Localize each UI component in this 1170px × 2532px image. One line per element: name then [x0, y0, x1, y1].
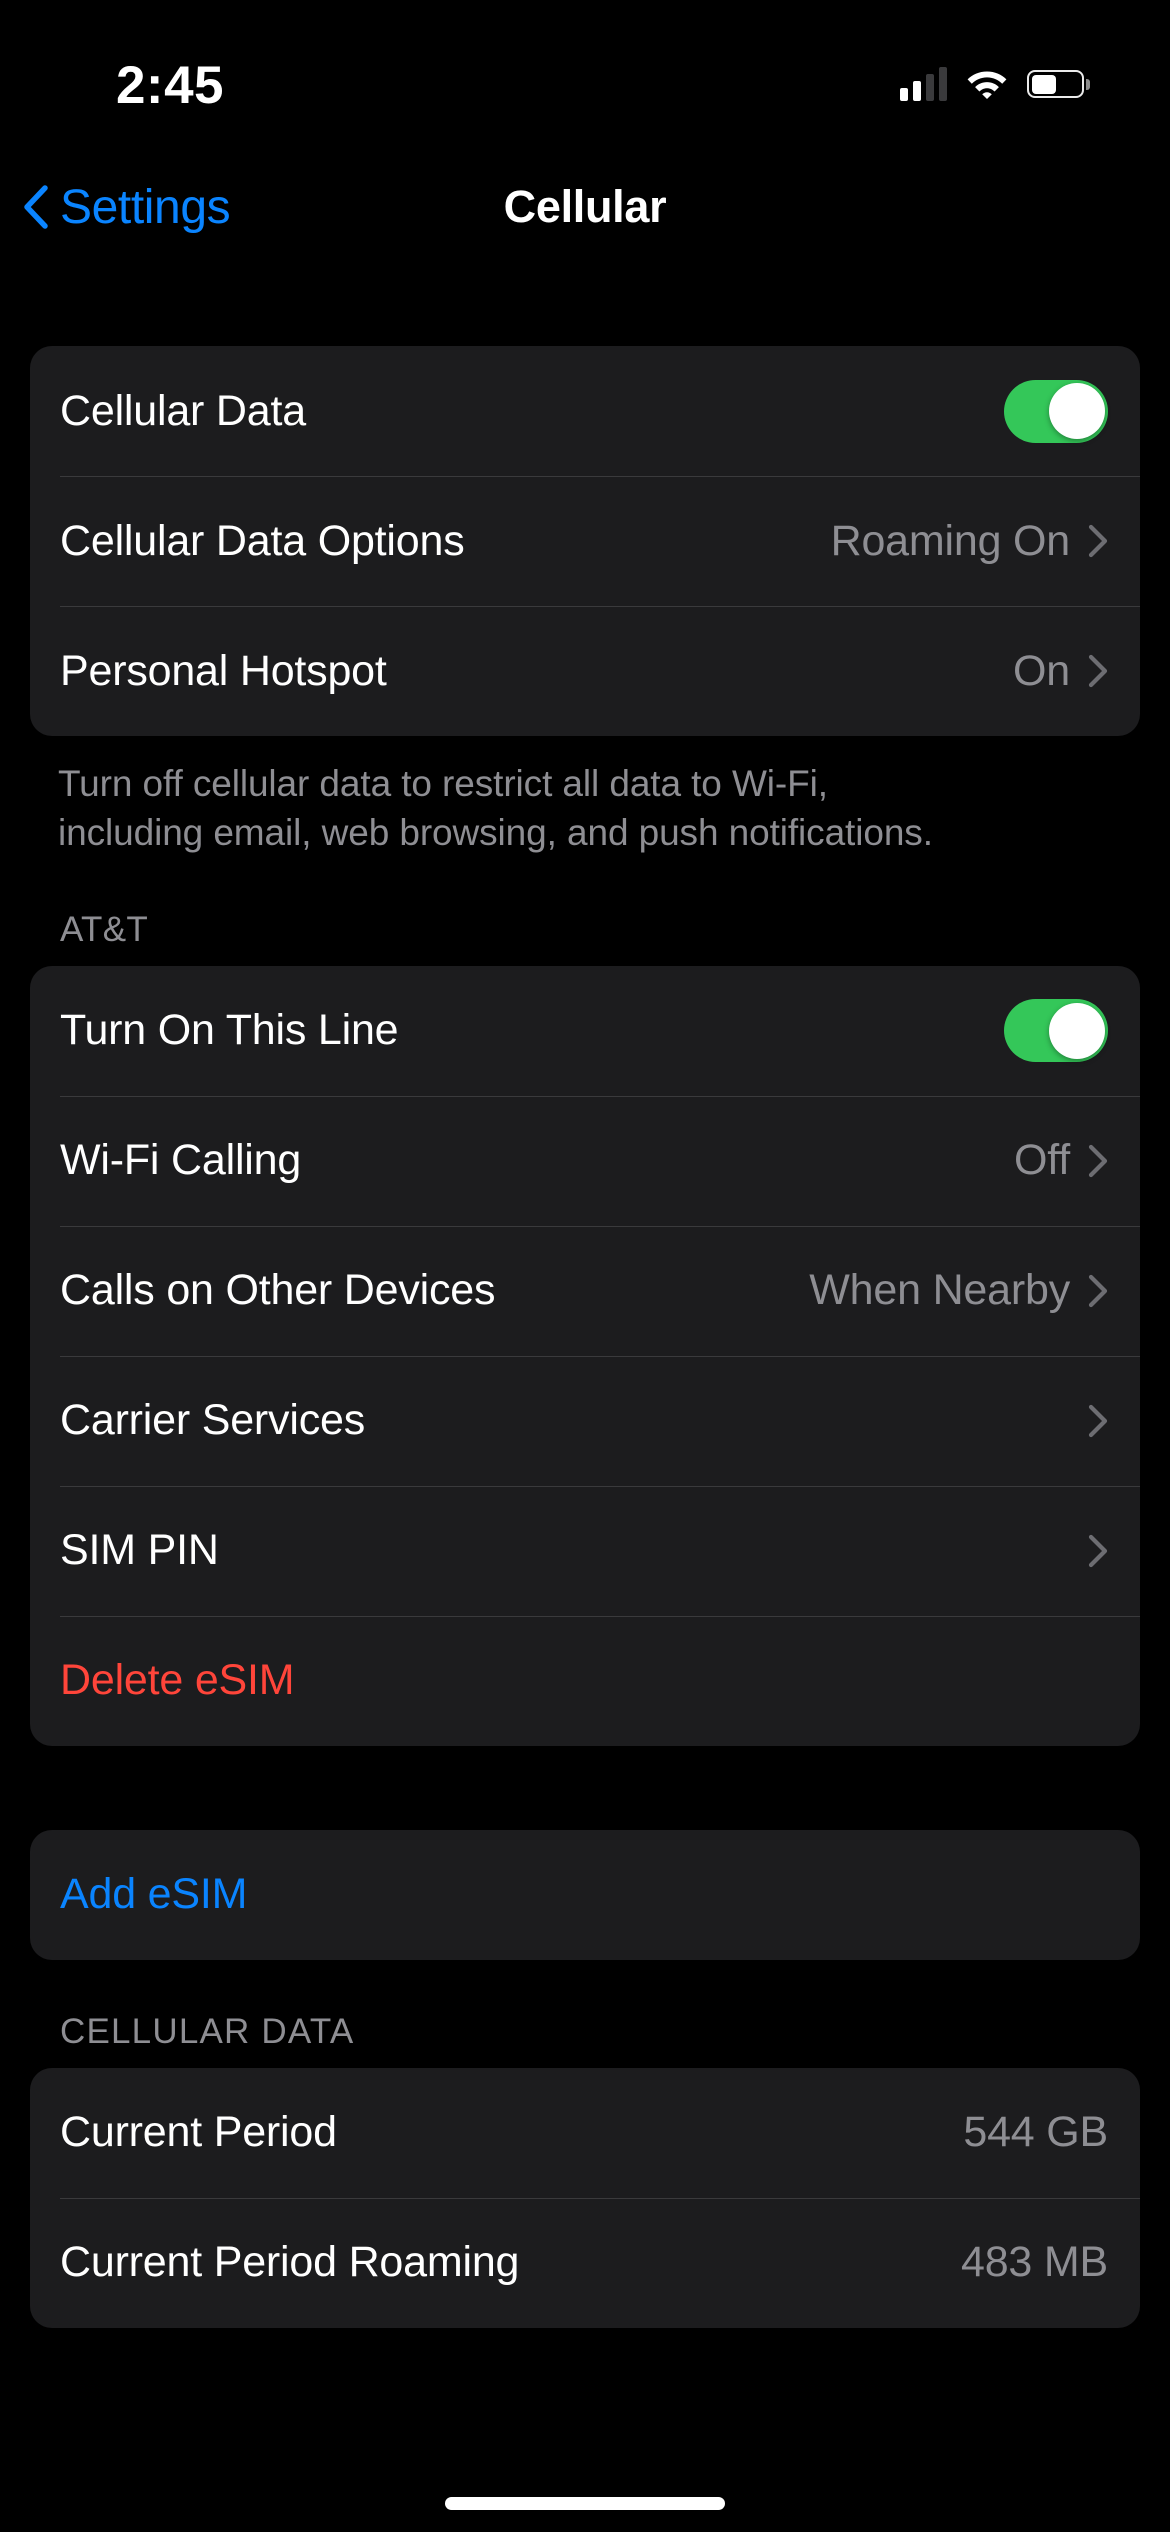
cellular-data-toggle[interactable] [1004, 379, 1108, 443]
row-label: Wi-Fi Calling [60, 1136, 302, 1185]
row-accessory: 483 MB [961, 2238, 1108, 2287]
row-label: Turn On This Line [60, 1006, 399, 1055]
row-calls-on-other-devices[interactable]: Calls on Other Devices When Nearby [30, 1225, 1140, 1356]
row-label: Cellular Data [60, 386, 306, 435]
cellular-signal-icon [900, 67, 947, 101]
section-header-cellular-data: CELLULAR DATA [60, 2011, 355, 2051]
iphone-screen: 2:45 Settings Cellular Cellular Data Cel… [0, 0, 1170, 2532]
row-accessory: 544 GB [963, 2108, 1108, 2157]
row-carrier-services[interactable]: Carrier Services [30, 1355, 1140, 1486]
row-cellular-data[interactable]: Cellular Data [30, 346, 1140, 476]
row-value: Off [1014, 1136, 1070, 1185]
status-bar-indicators [900, 51, 1090, 101]
row-value: 483 MB [961, 2238, 1108, 2287]
row-label: Current Period [60, 2108, 337, 2157]
settings-list: Cellular Data Cellular Data Options Roam… [0, 262, 1170, 2328]
row-label: Calls on Other Devices [60, 1266, 496, 1315]
section-header-carrier: AT&T [60, 909, 149, 949]
row-label: Cellular Data Options [60, 516, 465, 565]
row-label: SIM PIN [60, 1526, 219, 1575]
group-cellular-data: Cellular Data Cellular Data Options Roam… [30, 346, 1140, 736]
row-accessory: Off [1014, 1136, 1108, 1185]
row-turn-on-this-line[interactable]: Turn On This Line [30, 966, 1140, 1096]
row-accessory [1088, 1404, 1108, 1438]
row-value: 544 GB [963, 2108, 1108, 2157]
cellular-data-footer-text: Turn off cellular data to restrict all d… [58, 763, 933, 853]
chevron-right-icon [1088, 1404, 1108, 1438]
row-add-esim[interactable]: Add eSIM [30, 1830, 1140, 1960]
row-accessory [1004, 379, 1108, 443]
row-delete-esim[interactable]: Delete eSIM [30, 1615, 1140, 1746]
row-accessory [1088, 1534, 1108, 1568]
row-accessory: On [1013, 647, 1108, 696]
page-title: Cellular [503, 181, 667, 232]
row-sim-pin[interactable]: SIM PIN [30, 1485, 1140, 1616]
battery-icon [1027, 70, 1090, 98]
row-label: Personal Hotspot [60, 646, 387, 695]
chevron-right-icon [1088, 654, 1108, 688]
row-label: Carrier Services [60, 1396, 366, 1445]
toggle-knob [1048, 1002, 1105, 1059]
top-spacer [0, 262, 1170, 346]
group-add-esim: Add eSIM [30, 1829, 1140, 1960]
status-bar-time: 2:45 [115, 55, 225, 115]
row-label: Delete eSIM [60, 1656, 295, 1705]
row-label: Add eSIM [60, 1870, 248, 1919]
chevron-right-icon [1088, 1274, 1108, 1308]
chevron-right-icon [1088, 1144, 1108, 1178]
chevron-right-icon [1088, 524, 1108, 558]
row-value: Roaming On [830, 516, 1071, 565]
row-personal-hotspot[interactable]: Personal Hotspot On [30, 606, 1140, 736]
row-accessory: When Nearby [809, 1266, 1108, 1315]
row-accessory [1004, 999, 1108, 1063]
wifi-icon [966, 68, 1008, 100]
row-current-period: Current Period 544 GB [30, 2068, 1140, 2198]
navigation-bar: Settings Cellular [0, 152, 1170, 262]
toggle-knob [1048, 383, 1105, 439]
chevron-right-icon [1088, 1534, 1108, 1568]
spacer-before-add-esim [0, 1746, 1170, 1830]
status-bar: 2:45 [0, 0, 1170, 152]
group-cellular-data-usage: Current Period 544 GB Current Period Roa… [30, 2067, 1140, 2328]
row-accessory: Roaming On [831, 517, 1108, 566]
row-label: Current Period Roaming [60, 2238, 520, 2287]
turn-on-line-toggle[interactable] [1004, 999, 1108, 1063]
home-indicator[interactable] [445, 2497, 725, 2510]
group-carrier-line: Turn On This Line Wi-Fi Calling Off Call… [30, 965, 1140, 1746]
row-wifi-calling[interactable]: Wi-Fi Calling Off [30, 1095, 1140, 1226]
row-value: On [1013, 646, 1070, 695]
row-cellular-data-options[interactable]: Cellular Data Options Roaming On [30, 476, 1140, 606]
row-current-period-roaming: Current Period Roaming 483 MB [30, 2197, 1140, 2328]
row-value: When Nearby [809, 1266, 1070, 1315]
